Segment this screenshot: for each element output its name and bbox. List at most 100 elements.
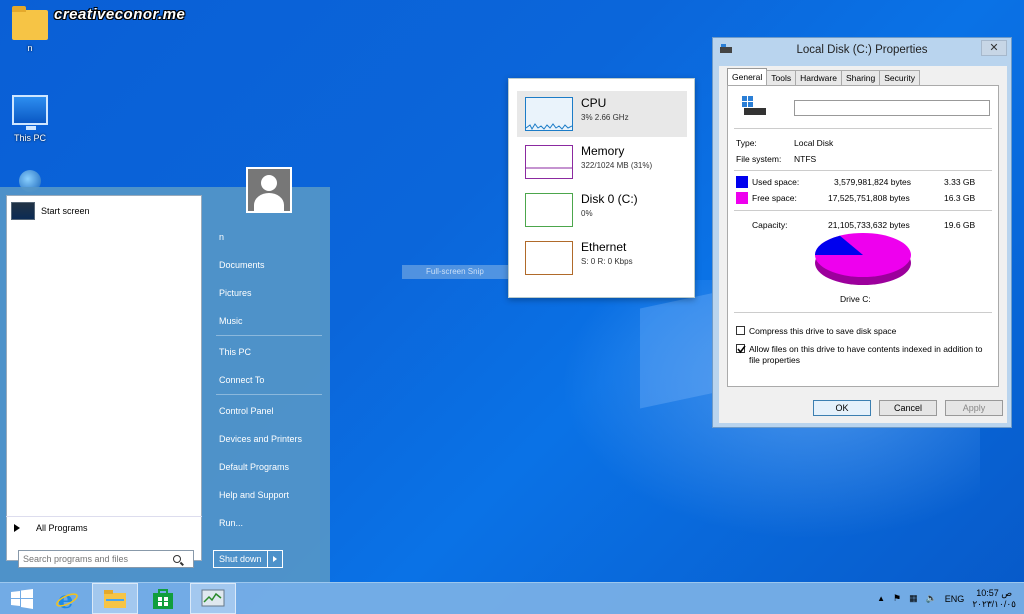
- perf-name: Memory: [581, 144, 625, 158]
- start-link-this-pc[interactable]: This PC: [212, 338, 322, 366]
- start-link-connect-to[interactable]: Connect To: [212, 366, 322, 394]
- shutdown-button[interactable]: Shut down: [214, 551, 268, 567]
- tab-security[interactable]: Security: [879, 70, 920, 85]
- cpu-sparkline: [525, 123, 573, 131]
- taskbar-store[interactable]: [140, 583, 186, 614]
- language-indicator[interactable]: ENG: [945, 594, 965, 604]
- perf-cpu[interactable]: CPU 3% 2.66 GHz: [517, 91, 687, 137]
- perf-disk[interactable]: Disk 0 (C:) 0%: [517, 187, 687, 233]
- separator: [734, 170, 992, 171]
- system-tray: ▲ ⚑ ▦ 🔈 ENG 10:57 ص ٢٠٢٣/١٠/٠٥: [877, 583, 1016, 614]
- ethernet-graph: [525, 241, 573, 275]
- disk-usage-pie: [815, 233, 911, 285]
- search-icon[interactable]: [173, 555, 181, 563]
- start-button[interactable]: [0, 583, 44, 614]
- perf-detail: 3% 2.66 GHz: [581, 113, 629, 122]
- index-checkbox[interactable]: [736, 344, 746, 354]
- used-space-swatch: [736, 176, 748, 188]
- taskbar-file-explorer[interactable]: [92, 583, 138, 614]
- separator: [216, 335, 322, 336]
- tab-hardware[interactable]: Hardware: [795, 70, 842, 85]
- internet-explorer-icon: e: [56, 587, 78, 611]
- start-item-start-screen[interactable]: Start screen: [11, 202, 90, 220]
- start-right-pane: n Documents Pictures Music This PC Conne…: [212, 223, 322, 537]
- general-panel: Type: Local Disk File system: NTFS Used …: [727, 85, 999, 387]
- checkmark-icon: [737, 345, 746, 354]
- dialog-body: General Tools Hardware Sharing Security …: [719, 66, 1007, 423]
- cpu-graph: [525, 97, 573, 131]
- network-status-icon[interactable]: ▦: [909, 593, 918, 604]
- search-field[interactable]: [18, 550, 194, 568]
- start-link-default-programs[interactable]: Default Programs: [212, 453, 322, 481]
- all-programs-label: All Programs: [36, 522, 88, 533]
- start-link-control-panel[interactable]: Control Panel: [212, 397, 322, 425]
- properties-dialog: Local Disk (C:) Properties ✕ General Too…: [712, 37, 1012, 428]
- separator: [734, 210, 992, 211]
- performance-panel: CPU 3% 2.66 GHz Memory 322/1024 MB (31%)…: [508, 78, 695, 298]
- wallpaper-window-pane: [640, 291, 720, 409]
- memory-sparkline: [526, 167, 572, 169]
- desktop-icon-label: This PC: [13, 133, 46, 143]
- drive-icon: [720, 44, 732, 53]
- compress-label: Compress this drive to save disk space: [749, 326, 897, 336]
- tab-sharing[interactable]: Sharing: [840, 70, 881, 85]
- drive-label: Drive C:: [840, 294, 871, 304]
- tab-tools[interactable]: Tools: [766, 70, 797, 85]
- clock[interactable]: 10:57 ص ٢٠٢٣/١٠/٠٥: [972, 588, 1016, 610]
- start-menu: Start screen All Programs n Documents Pi…: [0, 167, 330, 582]
- drive-name-input[interactable]: [794, 100, 990, 116]
- capacity-size: 19.6 GB: [944, 220, 976, 230]
- perf-name: Disk 0 (C:): [581, 192, 638, 206]
- show-hidden-icons[interactable]: ▲: [877, 594, 885, 603]
- separator: [734, 128, 992, 129]
- perf-ethernet[interactable]: Ethernet S: 0 R: 0 Kbps: [517, 235, 687, 281]
- shutdown-options-button[interactable]: [268, 551, 282, 567]
- capacity-bytes: 21,105,733,632 bytes: [828, 220, 910, 230]
- start-link-user[interactable]: n: [212, 223, 322, 251]
- filesystem-label: File system:: [736, 154, 782, 164]
- start-link-help-support[interactable]: Help and Support: [212, 481, 322, 509]
- desktop-icon-label: n: [27, 43, 33, 53]
- dialog-title: Local Disk (C:) Properties: [796, 44, 928, 56]
- perf-name: CPU: [581, 96, 607, 110]
- start-screen-icon: [11, 202, 35, 220]
- taskbar-internet-explorer[interactable]: e: [44, 583, 90, 614]
- start-item-label: Start screen: [41, 206, 90, 216]
- tab-strip: General Tools Hardware Sharing Security: [727, 68, 920, 85]
- free-space-bytes: 17,525,751,808 bytes: [828, 193, 910, 203]
- type-label: Type:: [736, 138, 757, 148]
- memory-graph: [525, 145, 573, 179]
- all-programs-button[interactable]: All Programs: [6, 516, 202, 538]
- apply-button[interactable]: Apply: [945, 400, 1003, 416]
- start-link-pictures[interactable]: Pictures: [212, 279, 322, 307]
- close-icon: ✕: [989, 42, 999, 54]
- taskbar-task-manager[interactable]: [190, 583, 236, 614]
- file-explorer-icon: [104, 589, 126, 608]
- used-space-label: Used space:: [752, 177, 800, 187]
- compress-checkbox[interactable]: [736, 326, 745, 335]
- clock-date: ٢٠٢٣/١٠/٠٥: [972, 598, 1016, 609]
- start-link-documents[interactable]: Documents: [212, 251, 322, 279]
- disk-graph: [525, 193, 573, 227]
- perf-detail: S: 0 R: 0 Kbps: [581, 257, 633, 266]
- flag-icon[interactable]: ⚑: [893, 593, 901, 604]
- desktop-icon-this-pc[interactable]: This PC: [8, 95, 52, 143]
- start-link-music[interactable]: Music: [212, 307, 322, 335]
- close-button[interactable]: ✕: [981, 40, 1007, 56]
- cancel-button[interactable]: Cancel: [879, 400, 937, 416]
- free-space-size: 16.3 GB: [944, 193, 976, 203]
- start-link-devices-printers[interactable]: Devices and Printers: [212, 425, 322, 453]
- ok-button[interactable]: OK: [813, 400, 871, 416]
- capacity-label: Capacity:: [752, 220, 788, 230]
- tab-general[interactable]: General: [727, 68, 768, 85]
- arrow-right-icon: [14, 523, 20, 532]
- start-link-run[interactable]: Run...: [212, 509, 322, 537]
- desktop-icon-folder[interactable]: n: [8, 6, 52, 53]
- separator: [216, 394, 322, 395]
- separator: [734, 312, 992, 313]
- volume-icon[interactable]: 🔈: [926, 593, 937, 604]
- perf-memory[interactable]: Memory 322/1024 MB (31%): [517, 139, 687, 185]
- search-input[interactable]: [23, 554, 173, 564]
- user-avatar[interactable]: [246, 167, 292, 213]
- free-space-label: Free space:: [752, 193, 797, 203]
